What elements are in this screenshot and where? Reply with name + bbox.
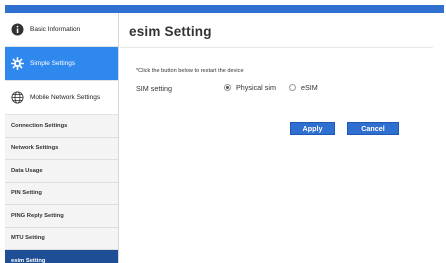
radio-esim-label: eSIM [301,83,318,92]
sidebar: Basic Information Simple Settings Mobile… [5,13,119,263]
sim-setting-label: SIM setting [136,84,172,93]
sidebar-item-mtu-setting[interactable]: MTU Setting [5,227,118,250]
cancel-button[interactable]: Cancel [347,122,399,135]
sidebar-item-pin-setting[interactable]: PIN Setting [5,182,118,205]
sidebar-item-network-settings[interactable]: Network Settings [5,137,118,160]
info-icon [11,23,24,36]
restart-note: *Click the button below to restart the d… [136,68,244,74]
sidebar-item-connection-settings[interactable]: Connection Settings [5,115,118,138]
main-content: esim Setting *Click the button below to … [120,13,444,263]
radio-esim[interactable]: eSIM [289,83,318,92]
sidebar-item-basic-information[interactable]: Basic Information [5,13,118,47]
apply-button[interactable]: Apply [290,122,335,135]
sidebar-item-data-usage[interactable]: Data Usage [5,160,118,183]
page-title: esim Setting [129,24,212,39]
sidebar-item-mobile-network-settings[interactable]: Mobile Network Settings [5,81,118,115]
top-accent-bar [5,5,444,13]
sidebar-item-label: Basic Information [30,26,81,33]
sidebar-item-label: Simple Settings [30,60,76,67]
radio-esim-indicator[interactable] [289,84,296,91]
globe-icon [11,91,24,104]
sidebar-item-simple-settings[interactable]: Simple Settings [5,47,118,81]
radio-physical-sim-indicator[interactable] [224,84,231,91]
gear-icon [11,57,24,70]
sidebar-item-label: Mobile Network Settings [30,94,101,101]
radio-physical-sim[interactable]: Physical sim [224,83,276,92]
radio-physical-sim-label: Physical sim [236,83,276,92]
sidebar-item-ping-reply-setting[interactable]: PING Reply Setting [5,205,118,228]
title-divider [120,47,433,48]
sidebar-item-esim-setting[interactable]: esim Setting [5,250,118,263]
